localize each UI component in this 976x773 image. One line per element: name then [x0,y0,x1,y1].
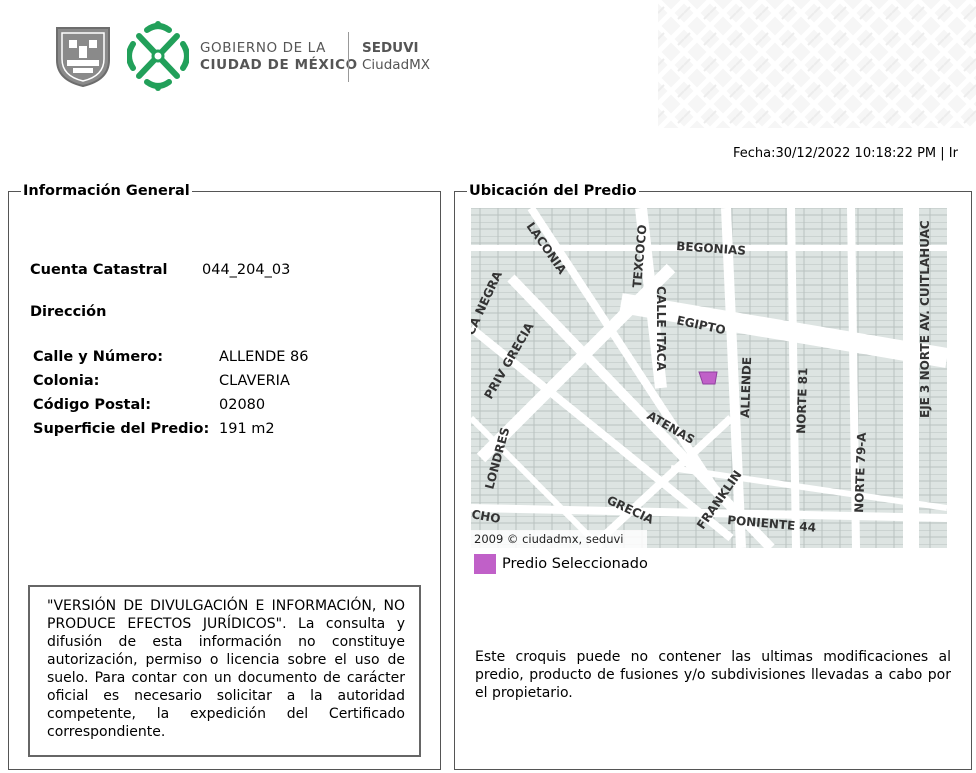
street-norte-81: NORTE 81 [794,367,810,434]
street-norte-79a: NORTE 79-A [852,431,869,513]
disclaimer-box: "VERSIÓN DE DIVULGACIÓN E INFORMACIÓN, N… [28,585,421,757]
seduvi-line2: CiudadMX [362,57,431,73]
gov-line2: CIUDAD DE MÉXICO [200,57,358,73]
predio-swatch [474,554,496,574]
disclaimer-text: "VERSIÓN DE DIVULGACIÓN E INFORMACIÓN, N… [47,598,405,740]
header-divider [348,32,349,82]
direccion-heading: Dirección [30,304,107,320]
street-calle-itaca: CALLE ITACA [654,286,668,372]
fecha-timestamp: Fecha:30/12/2022 10:18:22 PM | Ir [733,146,958,161]
predio-legend-label: Predio Seleccionado [502,556,648,572]
location-map[interactable]: LACONIA TEXCOCO BEGONIAS EJE 3 NORTE AV.… [471,208,947,548]
informacion-general-title: Información General [23,183,190,199]
map-note: Este croquis puede no contener las ultim… [475,649,951,701]
cdmx-logo-icon [127,21,189,91]
cuenta-catastral-label: Cuenta Catastral [30,262,168,278]
gobierno-cdmx-wordmark: GOBIERNO DE LA CIUDAD DE MÉXICO [200,40,358,74]
superficie-value: 191 m2 [219,421,275,437]
map-legend: Predio Seleccionado [474,554,648,574]
map-copyright: 2009 © ciudadmx, seduvi [474,532,624,546]
codigo-postal-label: Código Postal: [33,397,152,413]
seduvi-line1: SEDUVI [362,40,419,56]
street-allende: ALLENDE [738,357,754,418]
cuenta-catastral-value: 044_204_03 [202,262,291,278]
calle-value: ALLENDE 86 [219,349,309,365]
colonia-value: CLAVERIA [219,373,290,389]
gov-line1: GOBIERNO DE LA [200,40,326,56]
colonia-label: Colonia: [33,373,100,389]
codigo-postal-value: 02080 [219,397,266,413]
calle-label: Calle y Número: [33,349,164,365]
decorative-pattern [658,0,976,128]
map-canvas[interactable]: LACONIA TEXCOCO BEGONIAS EJE 3 NORTE AV.… [471,208,947,548]
header: GOBIERNO DE LA CIUDAD DE MÉXICO SEDUVI C… [0,0,976,130]
cdmx-shield-icon [56,27,110,88]
superficie-label: Superficie del Predio: [33,421,210,437]
street-eje3: EJE 3 NORTE AV. CUITLAHUAC [918,220,932,418]
seduvi-wordmark: SEDUVI CiudadMX [362,40,430,74]
ubicacion-predio-title: Ubicación del Predio [469,183,637,199]
